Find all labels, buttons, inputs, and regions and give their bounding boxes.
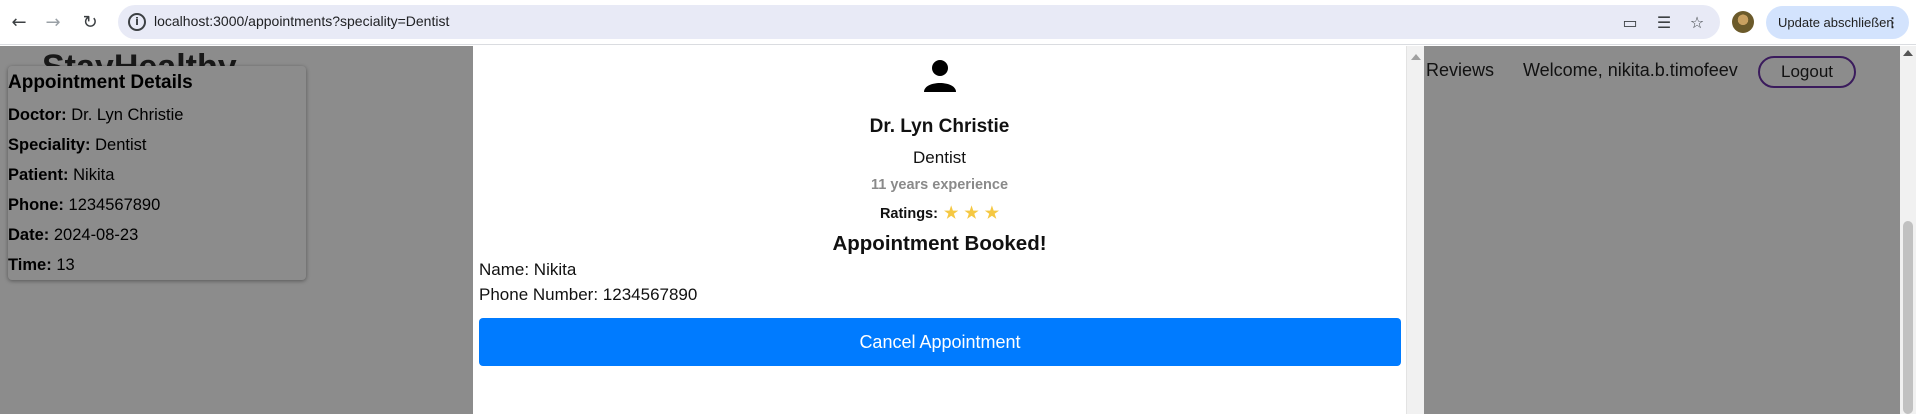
- bookmark-star-icon[interactable]: ☆: [1687, 14, 1707, 32]
- star-icon: ★: [943, 205, 959, 222]
- patient-phone-line: Phone Number: 1234567890: [479, 285, 698, 304]
- doctor-name: Dr. Lyn Christie: [869, 116, 1010, 137]
- update-button-label: Update abschließen: [1778, 15, 1894, 30]
- install-app-icon[interactable]: ▭: [1620, 14, 1640, 32]
- scrollbar-thumb[interactable]: [1903, 221, 1913, 414]
- user-avatar-icon: [924, 60, 956, 92]
- more-menu-icon[interactable]: ⋮: [1886, 6, 1899, 39]
- profile-avatar[interactable]: [1732, 11, 1754, 33]
- update-button[interactable]: Update abschließen ⋮: [1766, 6, 1909, 39]
- browser-toolbar: ← → ↻ i localhost:3000/appointments?spec…: [0, 0, 1916, 45]
- star-icon: ★: [984, 205, 1000, 222]
- cancel-appointment-button[interactable]: Cancel Appointment: [479, 318, 1401, 366]
- ratings-label: Ratings:: [879, 206, 938, 222]
- scroll-up-icon[interactable]: [1903, 50, 1913, 56]
- address-bar[interactable]: i localhost:3000/appointments?speciality…: [118, 5, 1720, 39]
- site-info-icon[interactable]: i: [128, 13, 146, 31]
- appointment-modal: Dr. Lyn Christie Dentist 11 years experi…: [473, 46, 1424, 414]
- page-scrollbar[interactable]: [1900, 46, 1916, 414]
- booked-heading: Appointment Booked!: [832, 232, 1047, 255]
- back-icon[interactable]: ←: [6, 9, 32, 35]
- patient-name-line: Name: Nikita: [479, 260, 577, 279]
- reload-icon[interactable]: ↻: [77, 9, 103, 35]
- page: StayHealthy Reviews Welcome, nikita.b.ti…: [0, 46, 1916, 414]
- doctor-experience: 11 years experience: [870, 177, 1009, 193]
- star-icon: ★: [964, 205, 979, 222]
- doctor-ratings: Ratings: ★ ★ ★: [473, 203, 1406, 223]
- doctor-speciality: Dentist: [913, 148, 966, 167]
- url-text[interactable]: localhost:3000/appointments?speciality=D…: [154, 13, 449, 29]
- modal-scrollbar[interactable]: [1406, 46, 1424, 414]
- translate-icon[interactable]: ☰: [1654, 14, 1674, 32]
- scroll-up-icon[interactable]: [1411, 54, 1421, 60]
- forward-icon[interactable]: →: [40, 9, 66, 35]
